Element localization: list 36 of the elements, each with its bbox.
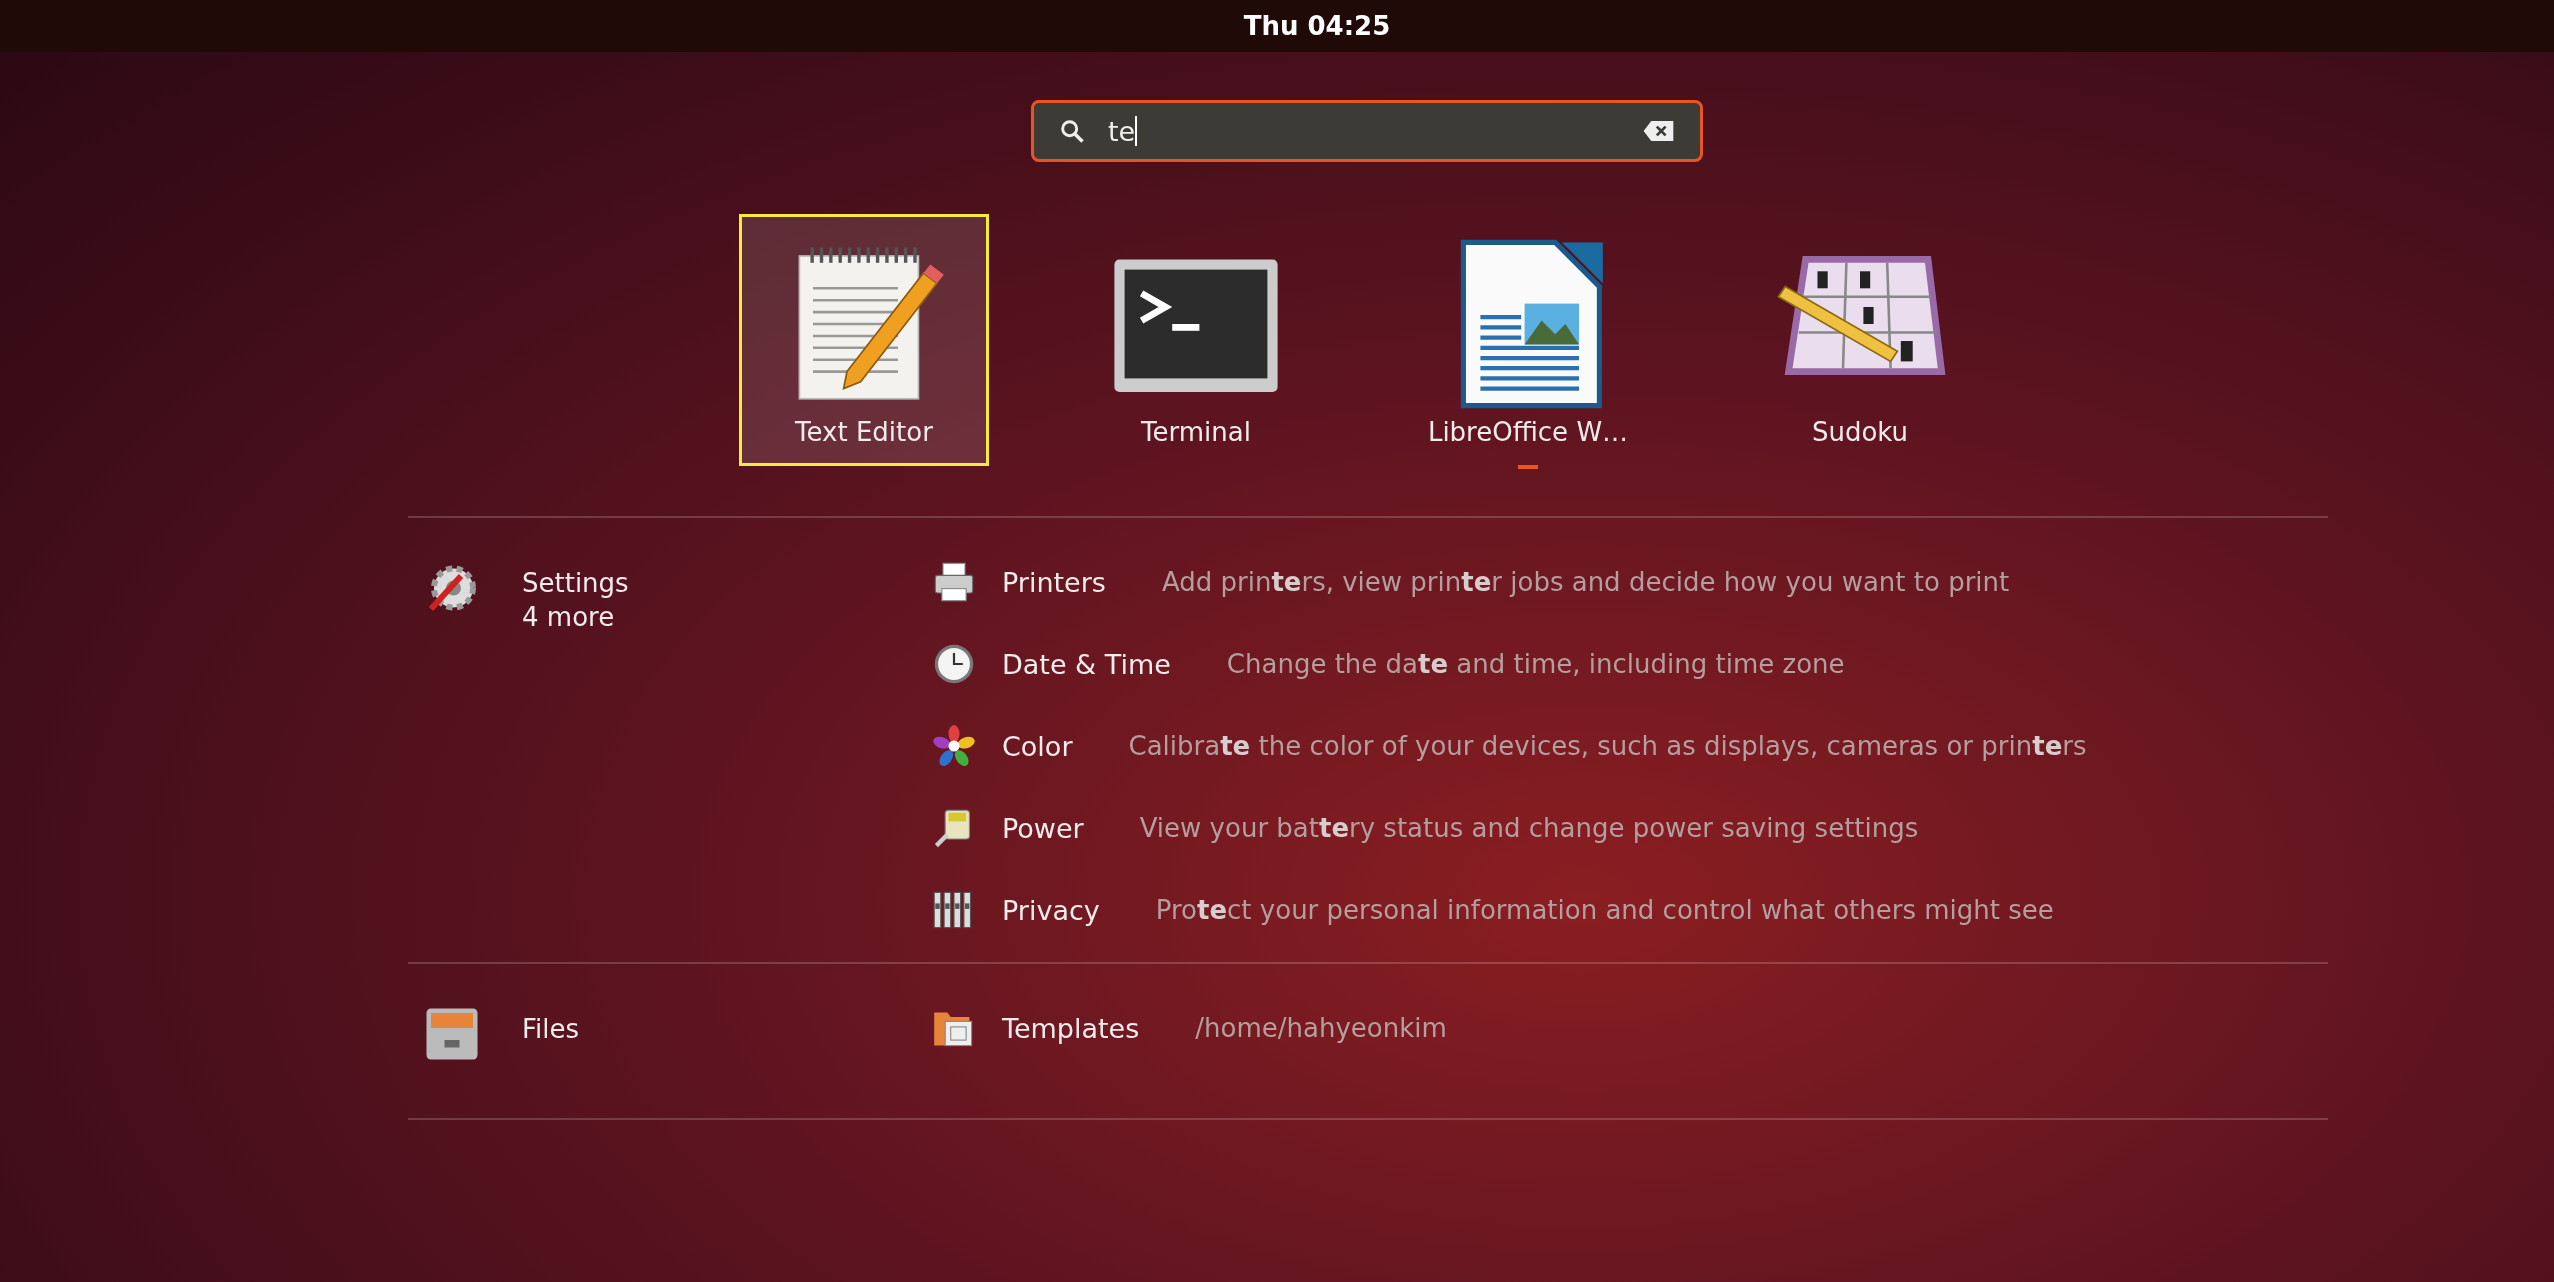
result-description: View your battery status and change power saving settings xyxy=(1139,813,1919,843)
app-tile[interactable]: Text Editor xyxy=(739,214,989,466)
result-name: Privacy xyxy=(1002,894,1100,926)
result-name: Power xyxy=(1002,812,1084,844)
search-result[interactable]: Date & Time Change the date and time, including time zone xyxy=(932,640,2087,688)
result-name: Date & Time xyxy=(1002,648,1171,680)
search-result[interactable]: Printers Add printers, view printer jobs and decide how you want to print xyxy=(932,558,2087,606)
app-tile[interactable]: Terminal xyxy=(1071,214,1321,466)
app-label: Text Editor xyxy=(795,417,933,447)
search-result[interactable]: Templates /home/hahyeonkim xyxy=(932,1004,1447,1052)
printer-icon xyxy=(932,560,976,604)
result-name: Color xyxy=(1002,730,1073,762)
result-name: Templates xyxy=(1002,1012,1140,1044)
app-label: Sudoku xyxy=(1811,417,1909,447)
app-tile[interactable]: LibreOffice W… xyxy=(1403,214,1653,466)
search-field[interactable]: te xyxy=(1031,100,1703,162)
result-description: Calibrate the color of your devices, such as displays, cameras or printers xyxy=(1128,731,2087,761)
result-description: Change the date and time, including time zone xyxy=(1226,649,1845,679)
search-result[interactable]: Power View your battery status and change power saving settings xyxy=(932,804,2087,852)
provider-name: Settings xyxy=(522,567,629,600)
clear-icon[interactable] xyxy=(1642,120,1676,142)
clock[interactable]: Thu 04:25 xyxy=(1243,11,1391,41)
result-description: Add printers, view printer jobs and decide how you want to print xyxy=(1161,567,2010,597)
result-description: /home/hahyeonkim xyxy=(1195,1013,1447,1043)
app-label: LibreOffice W… xyxy=(1427,417,1629,447)
result-description: Protect your personal information and control what others might see xyxy=(1155,895,2054,925)
search-icon xyxy=(1058,117,1086,145)
app-tile[interactable]: Sudoku xyxy=(1735,214,1985,466)
result-name: Printers xyxy=(1002,566,1106,598)
provider-name: Files xyxy=(522,1013,580,1046)
search-result[interactable]: Privacy Protect your personal information and control what others might see xyxy=(932,886,2087,934)
more-count[interactable]: 4 more xyxy=(522,600,629,634)
flower-icon xyxy=(932,724,976,768)
clock-icon xyxy=(932,642,976,686)
search-result[interactable]: Color Calibrate the color of your devices, such as displays, cameras or printers xyxy=(932,722,2087,770)
app-label: Terminal xyxy=(1141,417,1251,447)
